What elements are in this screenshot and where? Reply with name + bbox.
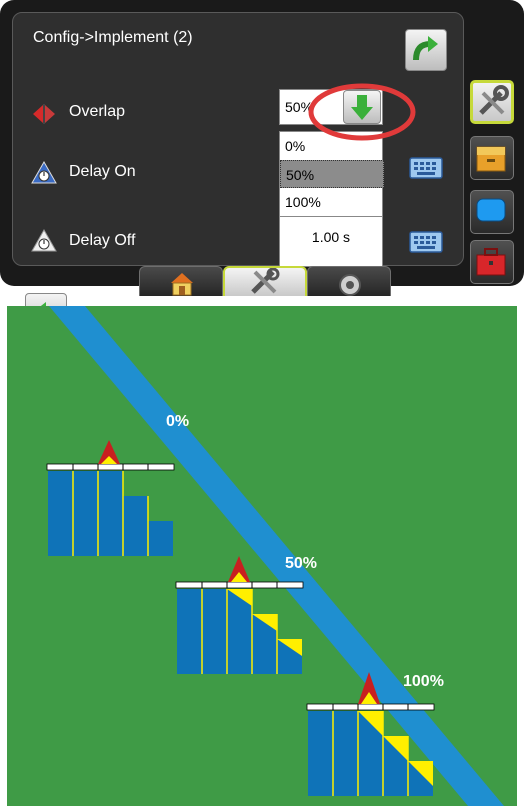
delay-off-value: 1.00 s <box>311 229 351 245</box>
highlight-ellipse <box>308 83 416 141</box>
tab-tools[interactable] <box>223 266 307 296</box>
overlap-label: Overlap <box>69 103 126 120</box>
diagram-label-0: 0% <box>166 413 189 430</box>
overlap-icon <box>33 104 55 124</box>
tools-icon <box>251 267 280 294</box>
diagram-canvas: 0% 50% 100% <box>7 306 517 806</box>
tools-icon <box>479 85 509 115</box>
tab-gps[interactable] <box>307 266 391 296</box>
gps-icon <box>339 274 361 296</box>
side-tools-button[interactable] <box>470 80 514 124</box>
overlap-option-100[interactable]: 100% <box>280 188 384 216</box>
tab-home[interactable] <box>139 266 223 296</box>
delay-on-icon <box>31 161 57 184</box>
diagram-label-100: 100% <box>403 673 444 690</box>
storage-icon <box>476 146 506 172</box>
display-icon <box>476 198 506 222</box>
bottom-tab-bar <box>139 266 391 296</box>
delay-off-keyboard-button[interactable] <box>409 229 443 255</box>
device-frame: Config->Implement (2) Overlap Delay On D… <box>0 0 524 333</box>
next-page-button[interactable] <box>405 29 447 71</box>
delay-off-label: Delay Off <box>69 232 136 249</box>
overlap-diagram: 0% 50% 100% <box>7 306 517 806</box>
curved-arrow-right-icon <box>413 36 438 61</box>
delay-off-icon <box>31 229 57 252</box>
diagram-label-50: 50% <box>285 555 317 572</box>
side-display-button[interactable] <box>470 190 514 234</box>
delay-on-label: Delay On <box>69 163 136 180</box>
keyboard-icon <box>409 157 443 179</box>
delay-off-field[interactable]: 1.00 s <box>279 217 383 267</box>
overlap-option-50[interactable]: 50% <box>280 160 384 188</box>
side-storage-button[interactable] <box>470 136 514 180</box>
delay-on-keyboard-button[interactable] <box>409 155 443 181</box>
side-toolbox-button[interactable] <box>470 240 514 284</box>
page-title: Config->Implement (2) <box>33 29 193 46</box>
home-icon <box>171 273 193 296</box>
toolbox-icon <box>476 248 506 276</box>
keyboard-icon <box>409 231 443 253</box>
